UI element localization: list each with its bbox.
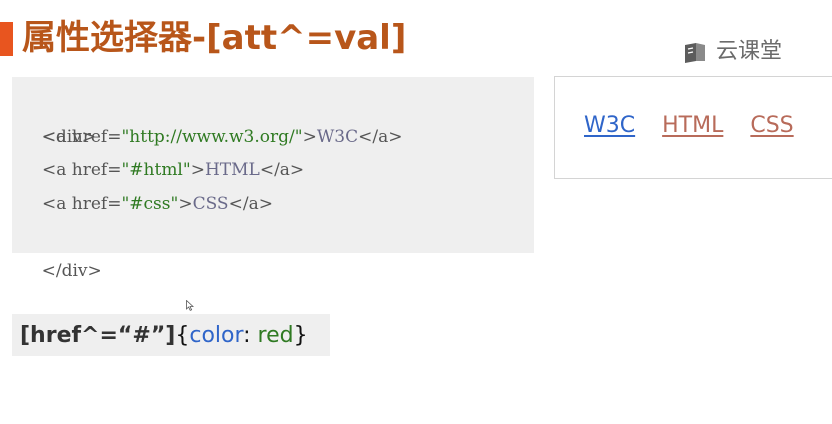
code-token-tag: </a> — [358, 126, 403, 147]
code-token-attr: <a href= — [42, 193, 122, 214]
preview-link-w3c[interactable]: W3C — [584, 110, 635, 142]
code-token-attr: <a href= — [42, 126, 122, 147]
code-token-string: "http://www.w3.org/" — [121, 126, 303, 147]
css-close-brace: } — [293, 323, 308, 348]
book-icon — [685, 43, 705, 63]
code-token-tag: </a> — [259, 160, 305, 180]
css-open-brace: { — [175, 323, 190, 348]
preview-link-html[interactable]: HTML — [662, 110, 723, 142]
code-line-link-html: <a href="#html">HTML</a> — [20, 154, 534, 188]
css-rule-block: [href^=“#”]{color: red} — [12, 314, 330, 356]
html-code-block: <div> <a href="http://www.w3.org/">W3C</… — [12, 77, 534, 281]
code-token-tag: > — [178, 193, 193, 214]
mouse-cursor-icon — [186, 300, 194, 311]
css-property: color — [189, 323, 244, 348]
code-token-text: HTML — [204, 160, 260, 180]
code-token-string: "#html" — [121, 160, 191, 180]
css-colon: : — [243, 323, 258, 348]
css-value: red — [257, 323, 294, 348]
render-preview-box: W3C HTML CSS — [554, 76, 832, 179]
code-token-text: W3C — [316, 126, 359, 147]
page-title: 属性选择器-[att^=val] — [22, 18, 407, 58]
code-token-tag: </a> — [228, 193, 273, 214]
code-line-link-w3c: <a href="http://www.w3.org/">W3C</a> — [20, 121, 534, 155]
code-token-text: CSS — [192, 193, 229, 214]
code-token-attr: <a href= — [42, 160, 122, 180]
code-line-link-css: <a href="#css">CSS</a> — [20, 188, 534, 222]
css-selector: [href^=“#”] — [20, 323, 176, 348]
preview-link-list: W3C HTML CSS — [584, 110, 794, 142]
code-token-tag: </div> — [41, 260, 102, 281]
code-line-div-close: </div> — [20, 221, 534, 281]
brand-name: 云课堂 — [716, 39, 783, 64]
code-token-tag: > — [190, 160, 205, 180]
code-line-div-open: <div> — [20, 87, 534, 147]
code-token-tag: > — [302, 126, 317, 147]
preview-link-css[interactable]: CSS — [750, 110, 793, 142]
brand-logo: 云课堂 — [682, 36, 782, 68]
code-token-string: "#css" — [121, 193, 179, 214]
title-accent-bar — [0, 22, 13, 56]
